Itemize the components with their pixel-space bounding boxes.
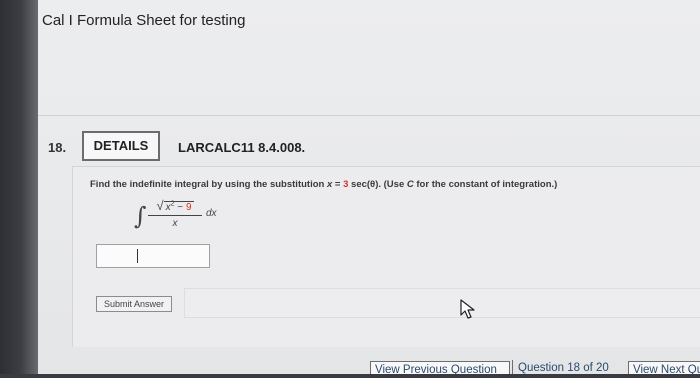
question-code: LARCALC11 8.4.008. [178,140,306,155]
integrand-numerator: √ x2 − 9 [148,198,202,213]
integral-differential: dx [206,208,217,219]
text-caret [137,249,138,263]
assignment-page: Cal I Formula Sheet for testing 18. DETA… [38,0,700,378]
mouse-pointer-icon [460,299,475,319]
section-divider [38,115,700,116]
instruction-text-2: (Use [383,179,405,190]
radicand-constant: 9 [185,202,192,213]
question-instruction: Find the indefinite integral by using th… [90,179,557,190]
substitution-function: sec(θ). [351,179,381,190]
substitution-variable: x [326,179,333,190]
screen-bezel [0,0,38,378]
question-counter: Question 18 of 20 [518,362,609,374]
instruction-text-3: for the constant of integration.) [416,179,558,190]
radicand-minus: − [174,202,186,213]
substitution-value: 3 [343,179,349,190]
substitution-equals: = [334,179,341,190]
radicand: x2 − 9 [163,201,194,213]
integral-expression: ∫ √ x2 − 9 x dx [134,196,274,236]
fraction-bar [148,215,202,216]
formula-sheet-link[interactable]: Cal I Formula Sheet for testing [42,12,245,29]
integrand-fraction: √ x2 − 9 x [148,198,202,229]
constant-variable: C [406,179,414,190]
instruction-text-1: Find the indefinite integral by using th… [90,179,325,190]
radical-sign: √ [156,198,164,213]
details-button[interactable]: DETAILS [82,131,160,161]
integrand-denominator: x [172,218,178,229]
answer-input[interactable] [96,244,210,268]
submission-area [184,288,700,318]
integral-sign: ∫ [134,202,147,230]
screen-bezel-bottom [0,374,700,378]
submit-answer-button[interactable]: Submit Answer [96,296,172,312]
question-number: 18. [48,140,67,155]
